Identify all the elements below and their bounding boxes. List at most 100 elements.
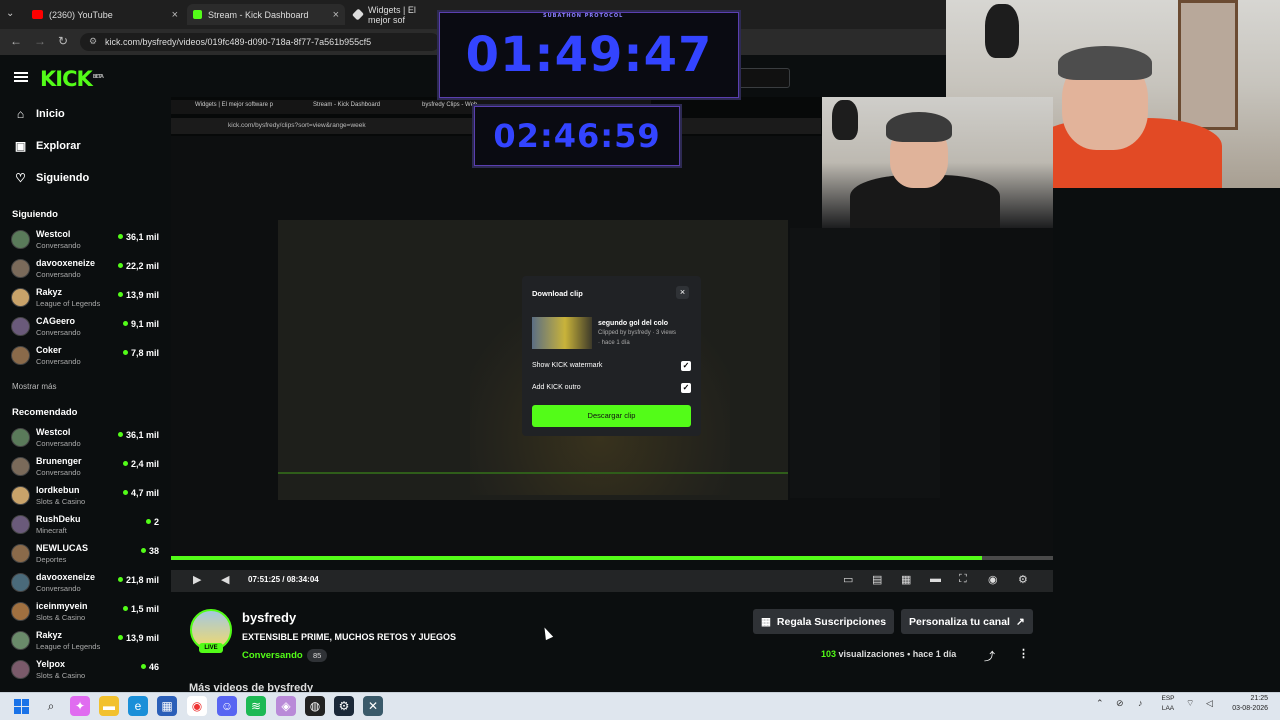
- obs-icon[interactable]: ◍: [305, 696, 325, 716]
- gift-subs-label: Regala Suscripciones: [776, 615, 887, 628]
- channel-category: League of Legends: [36, 299, 101, 308]
- spotify-icon[interactable]: ≋: [246, 696, 266, 716]
- sidebar-channel-lordkebun[interactable]: lordkebun Slots & Casino 4,7 mil: [11, 483, 159, 509]
- channel-avatar: [11, 515, 30, 534]
- forward-icon[interactable]: →: [34, 34, 46, 48]
- channel-name[interactable]: bysfredy: [242, 610, 296, 625]
- sidebar-channel-davooxeneize[interactable]: davooxeneize Conversando 22,2 mil: [11, 256, 159, 282]
- file-explorer-icon[interactable]: ▬: [99, 696, 119, 716]
- close-tab-icon[interactable]: ×: [172, 9, 178, 21]
- nav-explorar[interactable]: ▣ Explorar: [14, 139, 81, 153]
- channel-name: iceinmyvein: [36, 601, 88, 611]
- channel-category: Slots & Casino: [36, 671, 86, 680]
- channel-avatar: [11, 573, 30, 592]
- channel-avatar: [11, 631, 30, 650]
- channel-avatar: [11, 317, 30, 336]
- video-date: hace 1 día: [912, 649, 957, 659]
- channel-name: RushDeku: [36, 514, 81, 524]
- kick-logo[interactable]: KICKBETA: [40, 67, 104, 91]
- tray-chevron-icon[interactable]: ⌃: [1096, 698, 1104, 709]
- channel-category: League of Legends: [36, 642, 101, 651]
- steam-icon[interactable]: ⚙: [334, 696, 354, 716]
- sidebar-channel-brunenger[interactable]: Brunenger Conversando 2,4 mil: [11, 454, 159, 480]
- channel-name: davooxeneize: [36, 572, 96, 582]
- store-icon[interactable]: ▦: [157, 696, 177, 716]
- sidebar-channel-rakyz[interactable]: Rakyz League of Legends 13,9 mil: [11, 285, 159, 311]
- close-tab-icon[interactable]: ×: [333, 9, 339, 21]
- sidebar-channel-coker[interactable]: Coker Conversando 7,8 mil: [11, 343, 159, 369]
- watermark-checkbox[interactable]: ✓: [681, 361, 691, 371]
- browser-tab-widgets[interactable]: Widgets | El mejor sof: [348, 4, 438, 25]
- more-options-icon[interactable]: ⋮: [1018, 647, 1029, 660]
- theater-icon[interactable]: ▬: [930, 573, 941, 585]
- discord-icon[interactable]: ☺: [217, 696, 237, 716]
- edge-icon[interactable]: e: [128, 696, 148, 716]
- kick-icon: [193, 10, 202, 19]
- app-icon[interactable]: ◈: [276, 696, 296, 716]
- channel-name: Westcol: [36, 427, 71, 437]
- webcam2-headphones-shape: [832, 100, 858, 140]
- browser-tab-youtube[interactable]: (2360) YouTube ×: [26, 4, 184, 25]
- sidebar-channel-newlucas[interactable]: NEWLUCAS Deportes 38: [11, 541, 159, 567]
- channel-avatar: [11, 660, 30, 679]
- sidebar-channel-rushdeku[interactable]: RushDeku Minecraft 2: [11, 512, 159, 538]
- youtube-icon: [32, 10, 43, 19]
- show-more-link[interactable]: Mostrar más: [12, 382, 56, 391]
- webcam-headphones-shape: [985, 4, 1019, 58]
- url-input[interactable]: ⚙ kick.com/bysfredy/videos/019fc489-d090…: [80, 33, 440, 51]
- language-indicator[interactable]: ESP LAA: [1158, 694, 1178, 714]
- play-icon[interactable]: ▶: [193, 573, 201, 586]
- app2-icon[interactable]: ✕: [363, 696, 383, 716]
- browser-tab-kick-dashboard[interactable]: Stream - Kick Dashboard ×: [187, 4, 345, 25]
- sidebar-channel-westcol[interactable]: Westcol Conversando 36,1 mil: [11, 227, 159, 253]
- tab-label: Widgets | El mejor sof: [368, 4, 416, 25]
- clip-thumbnail: [532, 317, 592, 349]
- site-info-icon[interactable]: ⚙: [89, 36, 97, 47]
- outro-option-label: Add KICK outro: [532, 384, 581, 391]
- chrome-icon[interactable]: ◉: [187, 696, 207, 716]
- search-taskbar-icon[interactable]: ⌕: [41, 696, 61, 716]
- speed-icon[interactable]: ◉: [988, 573, 998, 586]
- sidebar-channel-iceinmyvein[interactable]: iceinmyvein Slots & Casino 1,5 mil: [11, 599, 159, 625]
- settings-icon[interactable]: ⚙: [1018, 573, 1028, 586]
- tab-search-icon[interactable]: ⌄: [6, 8, 14, 19]
- microphone-icon[interactable]: ♪: [1138, 698, 1143, 708]
- volume-tray-icon[interactable]: ◁: [1206, 698, 1213, 709]
- widgets-icon: [351, 8, 365, 21]
- sidebar-channel-westcol[interactable]: Westcol Conversando 36,1 mil: [11, 425, 159, 451]
- gift-subs-button[interactable]: ▦ Regala Suscripciones: [753, 609, 895, 634]
- sidebar-channel-cageero[interactable]: CAGeero Conversando 9,1 mil: [11, 314, 159, 340]
- sidebar-channel-rakyz[interactable]: Rakyz League of Legends 13,9 mil: [11, 628, 159, 654]
- copilot-icon[interactable]: ✦: [70, 696, 90, 716]
- network-icon[interactable]: ⊘: [1116, 698, 1124, 709]
- share-icon[interactable]: ⤴: [984, 648, 995, 664]
- captions-icon[interactable]: ▦: [901, 573, 911, 586]
- outro-checkbox[interactable]: ✓: [681, 383, 691, 393]
- channel-avatar: [11, 486, 30, 505]
- wifi-icon[interactable]: ⌔: [1186, 698, 1194, 709]
- menu-icon[interactable]: [14, 72, 28, 74]
- download-clip-button[interactable]: Descargar clip: [532, 405, 691, 427]
- sidebar-channel-yelpox[interactable]: Yelpox Slots & Casino 46: [11, 657, 159, 683]
- nav-inicio[interactable]: ⌂ Inicio: [14, 107, 65, 121]
- channel-name: NEWLUCAS: [36, 543, 88, 553]
- subathon-timer-secondary: 02:46:59: [472, 104, 682, 168]
- fullscreen-icon[interactable]: ⛶: [959, 573, 967, 586]
- start-icon[interactable]: [11, 696, 31, 716]
- stream-category[interactable]: Conversando: [242, 650, 303, 661]
- viewer-count: 38: [141, 546, 159, 556]
- viewer-count: 36,1 mil: [118, 232, 159, 242]
- sidebar-channel-davooxeneize[interactable]: davooxeneize Conversando 21,8 mil: [11, 570, 159, 596]
- taskbar-clock[interactable]: 21:25 03-08-2026: [1222, 694, 1268, 714]
- webcam-shelf-shape: [1178, 0, 1238, 130]
- channel-avatar: [11, 230, 30, 249]
- nav-siguiendo[interactable]: ♡ Siguiendo: [14, 171, 89, 185]
- customize-channel-button[interactable]: Personaliza tu canal ↗: [901, 609, 1033, 634]
- mini-player-icon[interactable]: ▤: [872, 573, 882, 586]
- back-icon[interactable]: ←: [10, 34, 22, 48]
- volume-icon[interactable]: ◀: [221, 573, 229, 586]
- modal-close-icon[interactable]: ×: [676, 286, 689, 299]
- stream-tag[interactable]: 85: [307, 649, 328, 662]
- reload-icon[interactable]: ↻: [58, 34, 68, 48]
- clip-icon[interactable]: ▭: [843, 573, 853, 586]
